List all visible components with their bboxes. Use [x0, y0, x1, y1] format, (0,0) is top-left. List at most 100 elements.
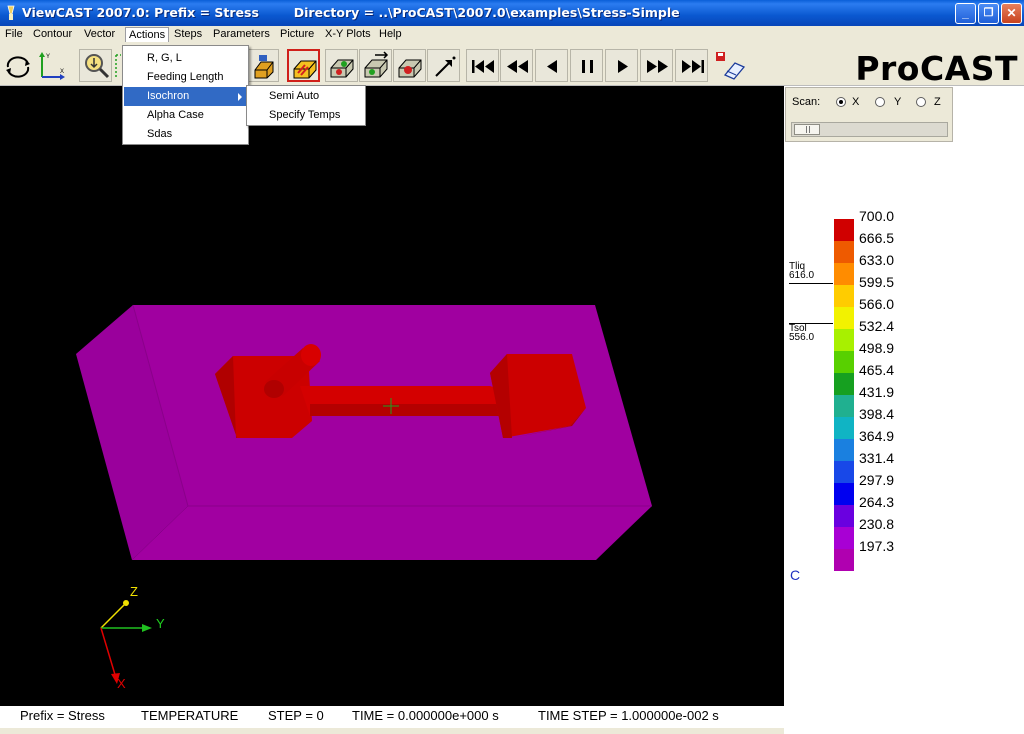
submenu-item-semi-auto[interactable]: Semi Auto — [248, 87, 364, 106]
tliq-value: 616.0 — [789, 270, 815, 281]
submenu-item-specify-temps[interactable]: Specify Temps — [248, 106, 364, 125]
last-step-button[interactable] — [675, 49, 708, 82]
scan-x-radio[interactable] — [836, 97, 846, 107]
maximize-button[interactable]: ❐ — [978, 3, 999, 24]
title-bar: ViewCAST 2007.0: Prefix = Stress Directo… — [0, 0, 1024, 26]
mold-front-face — [132, 506, 652, 560]
actions-dropdown: R, G, L Feeding Length Isochron Alpha Ca… — [122, 45, 249, 145]
right-panel: Scan: X Y Z 700.0 666.5 633.0 599.5 566.0 532… — [784, 86, 1024, 734]
axis-y-label: Y — [156, 616, 165, 631]
pause-icon — [582, 60, 593, 73]
legend-color-swatch — [834, 505, 854, 527]
part-shaded-button[interactable] — [246, 49, 279, 82]
step-back-icon — [547, 60, 557, 73]
legend-level-value: 264.3 — [859, 494, 895, 510]
legend-color-swatch — [834, 219, 854, 241]
axes-button[interactable]: YX — [36, 49, 69, 82]
app-icon — [7, 5, 15, 20]
menu-picture[interactable]: Picture — [280, 28, 314, 40]
legend-color-swatch — [834, 263, 854, 285]
menu-bar: File Contour Vector Actions Steps Parame… — [0, 26, 1024, 45]
status-field: TEMPERATURE — [141, 708, 239, 723]
scan-slider-thumb[interactable] — [794, 124, 820, 135]
minimize-button[interactable]: _ — [955, 3, 976, 24]
zoom-icon — [85, 54, 110, 79]
part-surface-icon — [293, 60, 317, 79]
first-step-button[interactable] — [466, 49, 499, 82]
axis-z-label: Z — [130, 584, 138, 599]
menu-item-isochron[interactable]: Isochron — [124, 87, 247, 106]
menu-contour[interactable]: Contour — [33, 28, 72, 40]
close-button[interactable]: ✕ — [1001, 3, 1022, 24]
menu-item-rgl[interactable]: R, G, L — [124, 49, 247, 68]
legend-level-value: 532.4 — [859, 318, 895, 334]
menu-item-isochron-label: Isochron — [147, 90, 190, 102]
rewind-icon — [507, 60, 528, 73]
legend-color-swatch — [834, 439, 854, 461]
submenu-arrow-icon — [238, 93, 242, 101]
status-bar: Prefix = Stress TEMPERATURE STEP = 0 TIM… — [0, 706, 784, 728]
menu-actions[interactable]: Actions — [125, 27, 170, 42]
scan-z-label: Z — [934, 96, 941, 108]
tliq-line — [789, 283, 833, 284]
fast-forward-icon — [647, 60, 668, 73]
legend-color-swatch — [834, 285, 854, 307]
svg-text:Y: Y — [46, 54, 50, 60]
legend-level-value: 700.0 — [859, 208, 895, 224]
legend-color-swatch — [834, 549, 854, 571]
axes-icon: YX — [39, 52, 65, 80]
rewind-button[interactable] — [500, 49, 533, 82]
legend-color-swatch — [834, 307, 854, 329]
menu-item-sdas[interactable]: Sdas — [124, 125, 247, 144]
legend-level-value: 297.9 — [859, 472, 895, 488]
scan-x-label: X — [852, 96, 860, 108]
zoom-button[interactable] — [79, 49, 112, 82]
save-eraser-button[interactable] — [713, 49, 746, 82]
scan-control: Scan: X Y Z — [785, 87, 953, 142]
legend-level-value: 230.8 — [859, 516, 895, 532]
step-back-button[interactable] — [535, 49, 568, 82]
svg-text:X: X — [60, 69, 64, 75]
menu-xy-plots[interactable]: X-Y Plots — [325, 28, 371, 40]
menu-item-feeding-length[interactable]: Feeding Length — [124, 68, 247, 87]
status-step: STEP = 0 — [268, 708, 324, 723]
part-cut-icon — [398, 59, 422, 78]
part-contour-button[interactable] — [325, 49, 358, 82]
part-vector-button[interactable] — [359, 49, 392, 82]
legend-color-swatch — [834, 483, 854, 505]
fast-forward-button[interactable] — [640, 49, 673, 82]
status-prefix: Prefix = Stress — [20, 708, 105, 723]
legend-level-value: 666.5 — [859, 230, 895, 246]
play-button[interactable] — [605, 49, 638, 82]
legend-level-value: 498.9 — [859, 340, 895, 356]
menu-parameters[interactable]: Parameters — [213, 28, 270, 40]
axis-triad — [100, 600, 152, 684]
axis-x-label: X — [117, 676, 126, 691]
menu-help[interactable]: Help — [379, 28, 402, 40]
save-eraser-icon — [716, 52, 746, 80]
menu-steps[interactable]: Steps — [174, 28, 202, 40]
last-step-icon — [682, 60, 704, 73]
scan-z-radio[interactable] — [916, 97, 926, 107]
pause-button[interactable] — [570, 49, 603, 82]
rotate-button[interactable] — [2, 49, 35, 82]
menu-vector[interactable]: Vector — [84, 28, 115, 40]
legend-color-swatch — [834, 527, 854, 549]
scan-slider[interactable] — [791, 122, 948, 137]
part-surface-button[interactable] — [287, 49, 320, 82]
menu-item-alpha-case[interactable]: Alpha Case — [124, 106, 247, 125]
scan-label: Scan: — [792, 96, 821, 108]
menu-file[interactable]: File — [5, 28, 23, 40]
scan-y-radio[interactable] — [875, 97, 885, 107]
legend-color-swatch — [834, 461, 854, 483]
legend-level-value: 465.4 — [859, 362, 895, 378]
pick-arrow-icon — [435, 56, 456, 77]
legend-color-swatch — [834, 373, 854, 395]
legend-color-swatch — [834, 351, 854, 373]
3d-viewport[interactable]: Z Y X — [0, 86, 784, 706]
pick-arrow-button[interactable] — [427, 49, 460, 82]
part-cut-button[interactable] — [393, 49, 426, 82]
legend-level-value: 599.5 — [859, 274, 895, 290]
status-time: TIME = 0.000000e+000 s — [352, 708, 499, 723]
status-time-step: TIME STEP = 1.000000e-002 s — [538, 708, 719, 723]
